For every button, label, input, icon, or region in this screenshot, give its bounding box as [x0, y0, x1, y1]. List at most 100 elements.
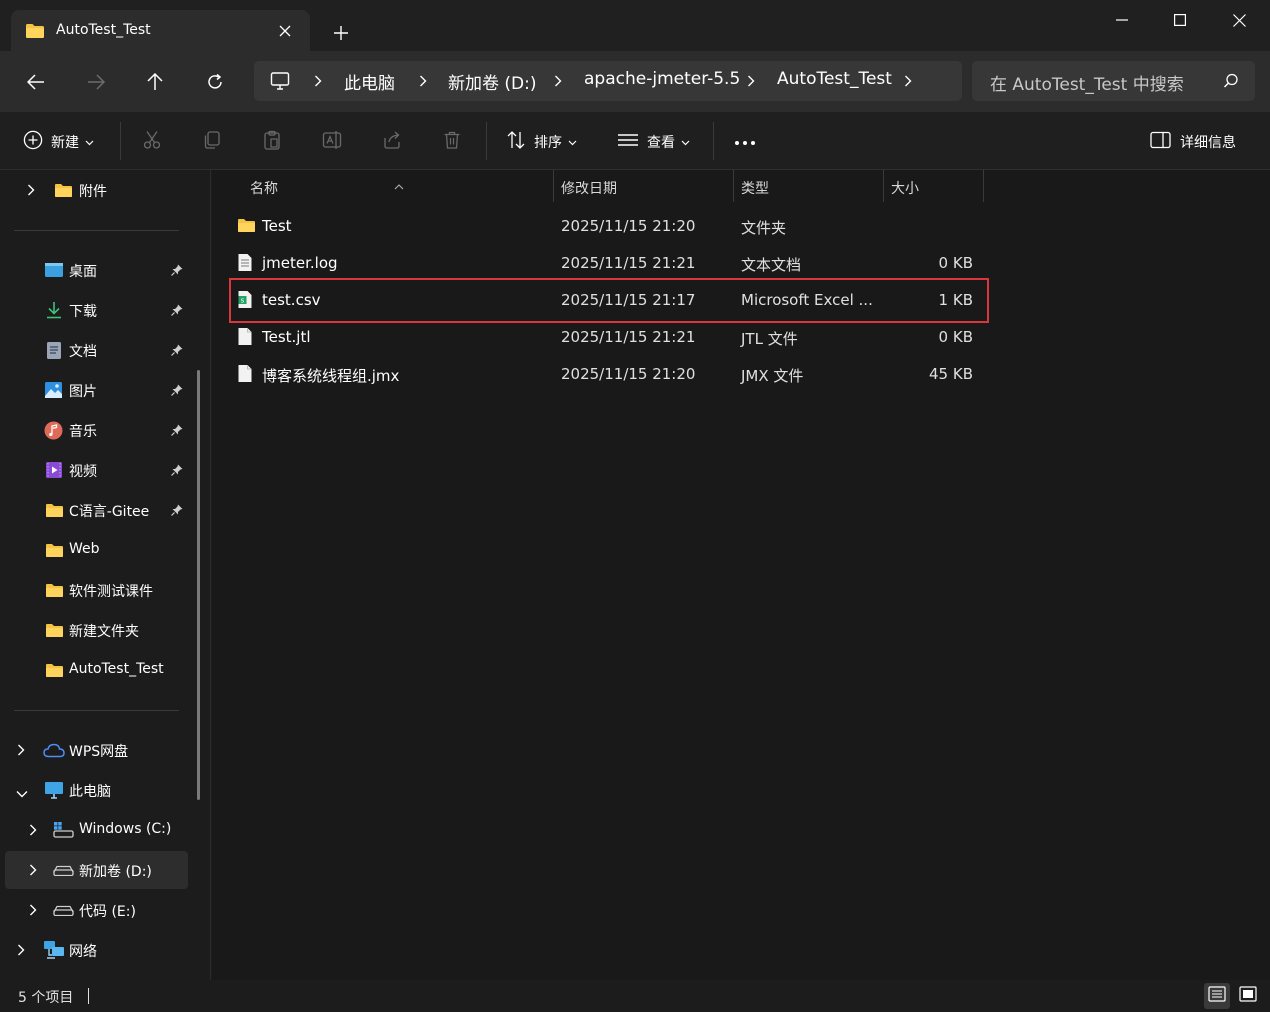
tab-autotest-test[interactable]: AutoTest_Test	[11, 10, 310, 52]
delete-button[interactable]	[442, 129, 462, 155]
details-pane-button[interactable]: 详细信息	[1150, 129, 1236, 155]
up-button[interactable]	[139, 66, 171, 98]
sort-label: 排序	[534, 135, 562, 151]
more-options-button[interactable]	[734, 129, 756, 155]
sidebar-item-drive-e[interactable]: 代码 (E:)	[0, 891, 205, 929]
sidebar-item-web[interactable]: Web	[0, 531, 205, 569]
chevron-right-icon[interactable]	[29, 904, 37, 920]
column-header-size[interactable]: 大小	[884, 170, 984, 202]
chevron-right-icon[interactable]	[416, 73, 430, 89]
cut-button[interactable]	[142, 129, 162, 155]
sidebar-item-documents[interactable]: 文档	[0, 331, 205, 369]
chevron-down-icon	[568, 134, 577, 150]
download-icon	[45, 301, 63, 323]
sidebar-item-attachments[interactable]: 附件	[0, 171, 205, 209]
sidebar-item-autotest[interactable]: AutoTest_Test	[0, 651, 205, 689]
command-bar: 新建 排序 查看 详细信息	[0, 112, 1270, 170]
new-button[interactable]: 新建	[23, 129, 94, 155]
sidebar-item-new-folder[interactable]: 新建文件夹	[0, 611, 205, 649]
file-date: 2025/11/15 21:20	[561, 217, 696, 235]
file-row-test-jtl[interactable]: Test.jtl 2025/11/15 21:21 JTL 文件 0 KB	[232, 319, 988, 356]
sidebar-item-drive-c[interactable]: Windows (C:)	[0, 811, 205, 849]
breadcrumb-autotest[interactable]: AutoTest_Test	[777, 69, 892, 89]
sidebar-item-label: C语言-Gitee	[69, 504, 150, 520]
address-bar[interactable]: 此电脑 新加卷 (D:) apache-jmeter-5.5 AutoTest_…	[254, 61, 962, 101]
sidebar-item-downloads[interactable]: 下载	[0, 291, 205, 329]
sidebar-item-this-pc[interactable]: 此电脑	[0, 771, 205, 809]
share-icon	[382, 130, 402, 154]
sidebar-item-label: 此电脑	[69, 784, 111, 800]
column-header-name[interactable]: 名称	[212, 170, 552, 202]
chevron-right-icon[interactable]	[29, 864, 37, 880]
copy-button[interactable]	[202, 129, 222, 155]
file-name: Test.jtl	[262, 328, 311, 346]
new-tab-button[interactable]	[326, 18, 356, 48]
sidebar-item-music[interactable]: 音乐	[0, 411, 205, 449]
file-row-test-folder[interactable]: Test 2025/11/15 21:20 文件夹	[232, 208, 988, 245]
column-divider[interactable]	[983, 170, 984, 202]
sidebar-item-pictures[interactable]: 图片	[0, 371, 205, 409]
file-icon	[237, 364, 253, 387]
column-header-date[interactable]: 修改日期	[554, 170, 732, 202]
details-pane-icon	[1150, 131, 1172, 153]
search-input[interactable]: 在 AutoTest_Test 中搜索	[972, 61, 1255, 101]
sidebar-item-c-gitee[interactable]: C语言-Gitee	[0, 491, 205, 529]
sidebar-divider	[14, 710, 179, 711]
folder-icon	[45, 663, 64, 682]
close-tab-icon[interactable]	[276, 22, 294, 40]
sidebar-item-wps-cloud[interactable]: WPS网盘	[0, 731, 205, 769]
chevron-down-icon[interactable]	[16, 786, 28, 802]
file-date: 2025/11/15 21:21	[561, 254, 696, 272]
tiles-view-button[interactable]	[1235, 983, 1261, 1009]
sidebar-item-desktop[interactable]: 桌面	[0, 251, 205, 289]
chevron-right-icon[interactable]	[744, 73, 758, 89]
sort-button[interactable]: 排序	[506, 129, 577, 155]
sidebar-item-drive-d[interactable]: 新加卷 (D:)	[5, 851, 188, 889]
chevron-right-icon[interactable]	[29, 824, 37, 840]
sidebar-item-network[interactable]: 网络	[0, 931, 205, 969]
file-row-blog-jmx[interactable]: 博客系统线程组.jmx 2025/11/15 21:20 JMX 文件 45 K…	[232, 356, 988, 393]
network-icon	[43, 940, 65, 964]
back-button[interactable]	[20, 66, 52, 98]
pin-icon	[171, 264, 183, 280]
breadcrumb-drive-d[interactable]: 新加卷 (D:)	[448, 69, 537, 94]
chevron-right-icon[interactable]	[17, 744, 25, 760]
paste-button[interactable]	[262, 129, 282, 155]
column-header-type[interactable]: 类型	[734, 170, 882, 202]
breadcrumb-this-pc[interactable]: 此电脑	[344, 69, 395, 94]
windows-drive-icon	[53, 821, 74, 842]
sidebar-item-test-courseware[interactable]: 软件测试课件	[0, 571, 205, 609]
chevron-right-icon[interactable]	[17, 944, 25, 960]
details-view-button[interactable]	[1204, 983, 1230, 1009]
close-window-button[interactable]	[1219, 5, 1259, 35]
folder-icon	[54, 183, 73, 202]
search-icon[interactable]	[1223, 73, 1239, 93]
view-button[interactable]: 查看	[617, 129, 690, 155]
cut-icon	[142, 130, 162, 154]
refresh-button[interactable]	[199, 66, 231, 98]
maximize-button[interactable]	[1160, 5, 1200, 35]
sidebar-item-label: 桌面	[69, 264, 97, 280]
sidebar-item-videos[interactable]: 视频	[0, 451, 205, 489]
chevron-right-icon[interactable]	[551, 73, 565, 89]
share-button[interactable]	[382, 129, 402, 155]
delete-icon	[442, 130, 462, 154]
sidebar-scrollbar[interactable]	[197, 370, 200, 800]
sidebar-divider	[14, 230, 179, 231]
chevron-right-icon[interactable]	[311, 73, 325, 89]
minimize-button[interactable]	[1102, 5, 1142, 35]
folder-icon	[45, 543, 64, 562]
rename-button[interactable]	[322, 129, 344, 155]
breadcrumb-jmeter[interactable]: apache-jmeter-5.5	[584, 69, 740, 89]
column-header-label: 名称	[250, 181, 278, 197]
pin-icon	[171, 464, 183, 480]
file-size: 45 KB	[929, 365, 973, 383]
pin-icon	[171, 384, 183, 400]
view-list-icon	[617, 132, 639, 152]
chevron-right-icon[interactable]	[901, 73, 915, 89]
paste-icon	[262, 130, 282, 154]
chevron-right-icon[interactable]	[27, 184, 35, 200]
forward-button[interactable]	[80, 66, 112, 98]
file-row-jmeter-log[interactable]: jmeter.log 2025/11/15 21:21 文本文档 0 KB	[232, 245, 988, 282]
file-type: 文件夹	[741, 219, 787, 237]
